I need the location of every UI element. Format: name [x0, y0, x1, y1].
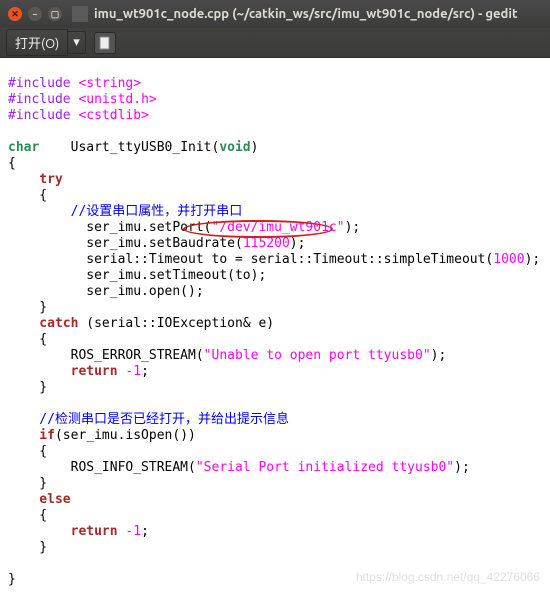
- code-text: (serial::IOException& e): [78, 316, 274, 331]
- preproc: #include: [8, 108, 78, 123]
- include-path: <cstdlib>: [78, 108, 148, 123]
- code-editor[interactable]: #include <string> #include <unistd.h> #i…: [0, 58, 550, 606]
- keyword: try: [8, 172, 63, 187]
- code-text: );: [345, 220, 361, 235]
- brace: {: [8, 508, 47, 523]
- toolbar: 打开(O) ▾: [0, 28, 550, 58]
- code-text: ;: [141, 364, 149, 379]
- keyword: char: [8, 140, 39, 155]
- window-controls: ✕ − ▢: [8, 7, 62, 21]
- code-text: ser_imu.setTimeout(to);: [8, 268, 266, 283]
- keyword: else: [8, 492, 71, 507]
- code-text: ser_imu.open();: [8, 284, 204, 299]
- string-literal: "Serial Port initialized ttyusb0": [196, 460, 454, 475]
- code-text: );: [525, 252, 541, 267]
- window-titlebar: ✕ − ▢ imu_wt901c_node.cpp (~/catkin_ws/s…: [0, 0, 550, 28]
- keyword: return: [8, 524, 125, 539]
- brace: {: [8, 332, 47, 347]
- preproc: #include: [8, 92, 78, 107]
- brace: }: [8, 300, 47, 315]
- close-icon[interactable]: ✕: [8, 7, 22, 21]
- chevron-down-icon: ▾: [73, 35, 80, 49]
- keyword: catch: [8, 316, 78, 331]
- brace: {: [8, 188, 47, 203]
- include-path: <string>: [78, 76, 141, 91]
- include-path: <unistd.h>: [78, 92, 156, 107]
- code-text: );: [454, 460, 470, 475]
- brace: {: [8, 156, 16, 171]
- document-icon: [98, 36, 112, 50]
- code-text: serial::Timeout to = serial::Timeout::si…: [8, 252, 493, 267]
- watermark: https://blog.csdn.net/qq_42276066: [356, 570, 540, 584]
- code-text: ser_imu.setBaudrate(: [8, 236, 243, 251]
- string-literal: "Unable to open port ttyusb0": [204, 348, 431, 363]
- string-literal: "/dev/imu_wt901c": [212, 220, 345, 235]
- brace: {: [8, 444, 47, 459]
- comment: //设置串口属性，并打开串口: [8, 204, 242, 219]
- brace: }: [8, 572, 16, 587]
- app-icon: [72, 6, 88, 22]
- keyword: return: [8, 364, 125, 379]
- new-document-button[interactable]: [94, 32, 116, 54]
- number-literal: 115200: [243, 236, 290, 251]
- open-dropdown-button[interactable]: ▾: [68, 31, 86, 54]
- code-text: ROS_ERROR_STREAM(: [8, 348, 204, 363]
- number-literal: -1: [125, 364, 141, 379]
- code-text: );: [431, 348, 447, 363]
- code-text: );: [290, 236, 306, 251]
- open-button[interactable]: 打开(O): [6, 29, 68, 56]
- code-text: (ser_imu.isOpen()): [55, 428, 196, 443]
- maximize-icon[interactable]: ▢: [48, 7, 62, 21]
- brace: }: [8, 540, 47, 555]
- code-text: ser_imu.setPort(: [8, 220, 212, 235]
- window-title: imu_wt901c_node.cpp (~/catkin_ws/src/imu…: [94, 7, 518, 21]
- code-text: ;: [141, 524, 149, 539]
- preproc: #include: [8, 76, 78, 91]
- code-text: Usart_ttyUSB0_Init(: [39, 140, 219, 155]
- minimize-icon[interactable]: −: [28, 7, 42, 21]
- code-text: ROS_INFO_STREAM(: [8, 460, 196, 475]
- number-literal: 1000: [493, 252, 524, 267]
- brace: }: [8, 380, 47, 395]
- keyword: if: [8, 428, 55, 443]
- number-literal: -1: [125, 524, 141, 539]
- comment: //检测串口是否已经打开，并给出提示信息: [8, 412, 289, 427]
- keyword: void: [219, 140, 250, 155]
- code-text: ): [251, 140, 259, 155]
- brace: }: [8, 476, 47, 491]
